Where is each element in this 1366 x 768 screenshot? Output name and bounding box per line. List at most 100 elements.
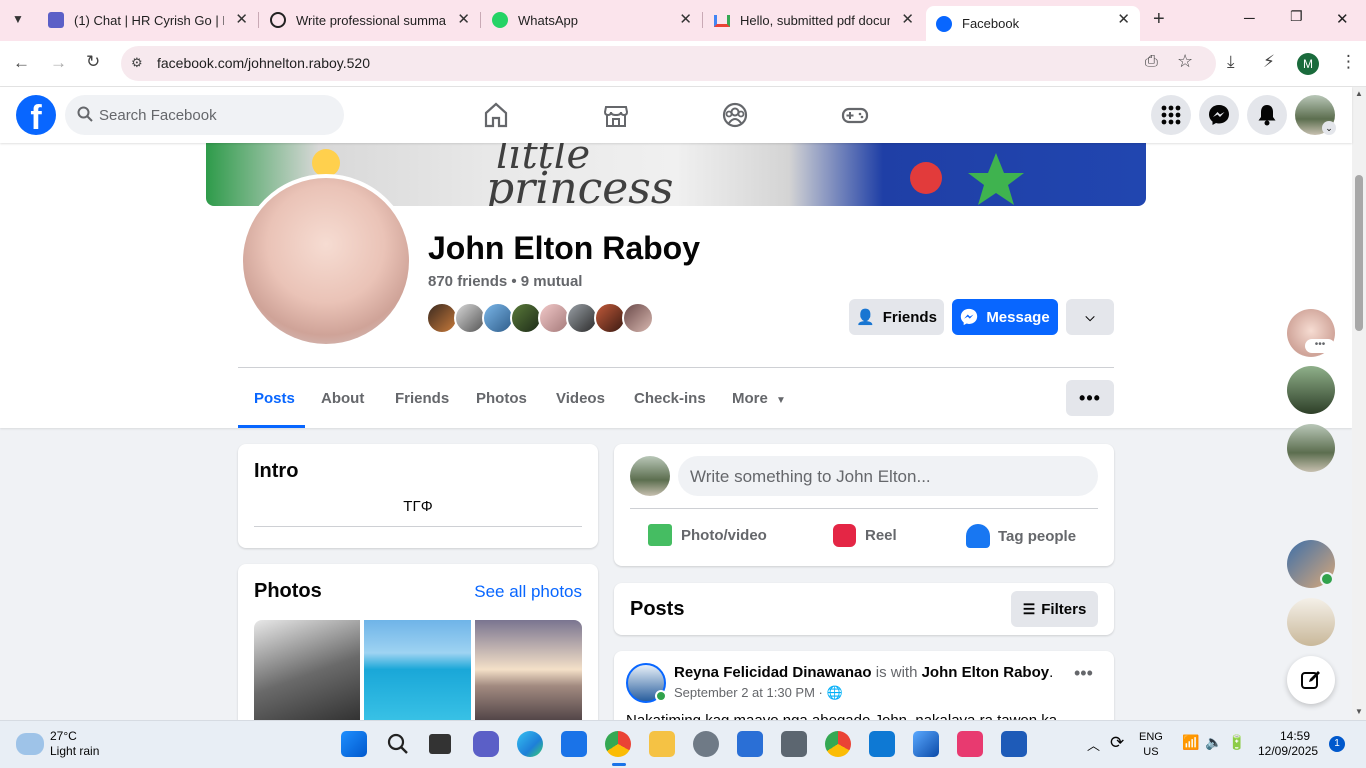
scrollbar-thumb[interactable] (1355, 175, 1363, 331)
menu-grid-button[interactable] (1151, 95, 1191, 135)
account-chevron-icon[interactable]: ⌄ (1322, 121, 1336, 135)
search-box[interactable] (65, 95, 344, 135)
file-explorer-icon[interactable] (649, 731, 675, 757)
sync-icon[interactable]: ⟳ (1110, 733, 1124, 753)
marketplace-icon[interactable] (600, 99, 632, 131)
more-options-dropdown[interactable]: ⌵ (1066, 299, 1114, 335)
composer-avatar[interactable] (630, 456, 670, 496)
download-icon[interactable]: ⤓ (1227, 52, 1235, 72)
photo-video-button[interactable]: Photo/video (648, 524, 767, 546)
url-text[interactable]: facebook.com/johnelton.raboy.520 (157, 55, 370, 71)
tab-about[interactable]: About (321, 390, 364, 407)
calculator-icon[interactable] (781, 731, 807, 757)
composer-input[interactable]: Write something to John Elton... (678, 456, 1098, 496)
site-info-icon[interactable]: ⚙ (131, 55, 143, 71)
address-bar[interactable]: ⚙ facebook.com/johnelton.raboy.520 ⎙ ☆ (121, 46, 1216, 81)
browser-tab-whatsapp[interactable]: WhatsApp ✕ (480, 0, 702, 40)
restore-button[interactable]: ❐ (1290, 8, 1303, 25)
friends-count[interactable]: 870 friends • 9 mutual (428, 273, 582, 290)
gaming-icon[interactable] (839, 99, 871, 131)
bookmark-star-icon[interactable]: ☆ (1177, 51, 1193, 72)
new-tab-button[interactable]: + (1153, 8, 1165, 31)
extension-icon[interactable]: ⚡ (1263, 52, 1275, 72)
clock-date: 12/09/2025 (1258, 744, 1319, 758)
close-icon[interactable]: ✕ (901, 12, 914, 28)
chat-head-avatar[interactable] (1287, 366, 1335, 414)
weather-widget[interactable]: 27°C Light rain (16, 729, 99, 759)
meet-icon[interactable] (473, 731, 499, 757)
browser-tab-chatgpt[interactable]: Write professional summary ✕ (258, 0, 480, 40)
see-all-photos-link[interactable]: See all photos (474, 582, 582, 602)
volume-icon[interactable]: 🔈 (1205, 734, 1222, 751)
browser-tab-facebook[interactable]: Facebook ✕ (926, 6, 1140, 41)
chrome-profile-icon[interactable] (825, 731, 851, 757)
profile-picture[interactable] (239, 174, 413, 348)
friends-button[interactable]: 👤 Friends (849, 299, 944, 335)
search-input[interactable] (99, 95, 329, 135)
minimize-button[interactable]: ─ (1244, 10, 1255, 27)
windows-start-icon[interactable] (341, 731, 367, 757)
groups-icon[interactable] (719, 99, 751, 131)
message-button[interactable]: Message (952, 299, 1058, 335)
photos-icon[interactable] (913, 731, 939, 757)
tag-people-button[interactable]: Tag people (966, 524, 1076, 548)
close-window-button[interactable]: ✕ (1336, 10, 1349, 28)
notification-badge[interactable]: 1 (1329, 736, 1345, 752)
forward-icon[interactable]: → (50, 53, 67, 73)
reel-button[interactable]: Reel (833, 524, 897, 547)
profile-more-button[interactable]: ••• (1066, 380, 1114, 416)
tab-more[interactable]: More ▼ (732, 390, 786, 407)
wifi-icon[interactable]: 📶 (1182, 734, 1199, 751)
close-icon[interactable]: ✕ (679, 12, 692, 28)
scroll-up-arrow[interactable]: ▲ (1355, 89, 1363, 98)
post-tagged-name[interactable]: John Elton Raboy (922, 664, 1050, 681)
tab-posts[interactable]: Posts (254, 390, 295, 407)
page-scrollbar[interactable]: ▲ ▼ (1352, 87, 1366, 720)
settings-icon[interactable] (693, 731, 719, 757)
close-icon[interactable]: ✕ (235, 12, 248, 28)
language-indicator[interactable]: ENG US (1139, 730, 1163, 760)
snipping-tool-icon[interactable] (957, 731, 983, 757)
scroll-down-arrow[interactable]: ▼ (1355, 707, 1363, 716)
task-view-icon[interactable] (429, 734, 451, 754)
notepad-icon[interactable] (737, 731, 763, 757)
new-message-button[interactable] (1287, 656, 1335, 704)
tab-videos[interactable]: Videos (556, 390, 605, 407)
chat-head-avatar[interactable] (1287, 598, 1335, 646)
chrome-icon[interactable] (605, 731, 631, 757)
tab-search-chevron-icon[interactable]: ▼ (12, 12, 24, 26)
post-options-icon[interactable]: ••• (1074, 663, 1093, 684)
photo-thumbnail[interactable] (254, 620, 360, 720)
back-icon[interactable]: ← (13, 53, 30, 73)
word-icon[interactable] (1001, 731, 1027, 757)
tab-photos[interactable]: Photos (476, 390, 527, 407)
tab-friends[interactable]: Friends (395, 390, 449, 407)
profile-avatar[interactable]: M (1297, 53, 1319, 75)
notifications-button[interactable] (1247, 95, 1287, 135)
home-icon[interactable] (480, 99, 512, 131)
browser-tab-gmail[interactable]: Hello, submitted pdf docum ✕ (702, 0, 924, 40)
battery-icon[interactable]: 🔋 (1228, 734, 1245, 751)
chat-head-avatar[interactable] (1287, 424, 1335, 472)
photo-thumbnail[interactable] (364, 620, 471, 720)
tab-checkins[interactable]: Check-ins (634, 390, 706, 407)
vscode-icon[interactable] (869, 731, 895, 757)
post-author-name[interactable]: Reyna Felicidad Dinawanao (674, 664, 872, 681)
clock[interactable]: 14:59 12/09/2025 (1258, 729, 1319, 759)
filters-button[interactable]: ☰ Filters (1011, 591, 1098, 627)
store-icon[interactable] (561, 731, 587, 757)
close-icon[interactable]: ✕ (1117, 12, 1130, 28)
menu-kebab-icon[interactable]: ⋮ (1340, 52, 1357, 72)
search-icon[interactable] (387, 733, 409, 760)
photo-thumbnail[interactable] (475, 620, 582, 720)
post-timestamp[interactable]: September 2 at 1:30 PM · 🌐 (674, 685, 843, 701)
messenger-button[interactable] (1199, 95, 1239, 135)
reload-icon[interactable]: ↻ (86, 52, 100, 72)
browser-tab-teams[interactable]: (1) Chat | HR Cyrish Go | Mic ✕ (36, 0, 258, 40)
facebook-logo[interactable]: f (16, 95, 56, 135)
edge-icon[interactable] (517, 731, 543, 757)
friend-avatar[interactable] (622, 302, 654, 334)
close-icon[interactable]: ✕ (457, 12, 470, 28)
install-app-icon[interactable]: ⎙ (1145, 53, 1158, 71)
show-hidden-icons-chevron[interactable]: ︿ (1087, 735, 1100, 754)
